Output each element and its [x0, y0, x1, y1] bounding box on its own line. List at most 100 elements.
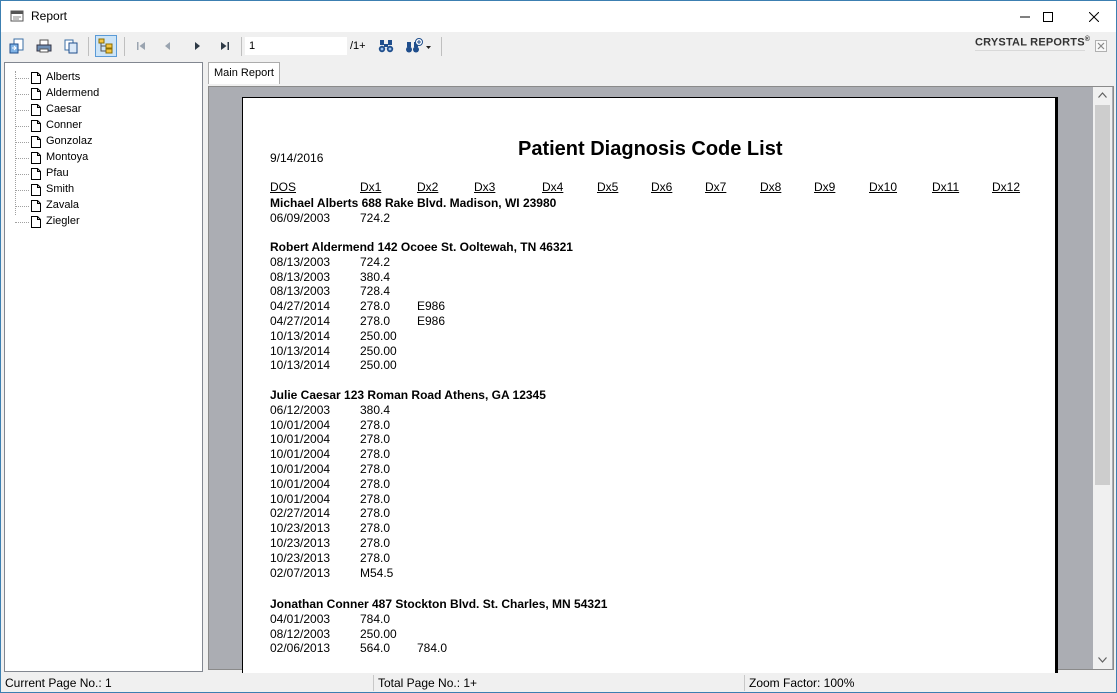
export-icon [9, 38, 24, 54]
row-dos: 08/12/2003 [270, 626, 331, 641]
column-header: Dx8 [760, 180, 782, 194]
row-dx1: 278.0 [360, 476, 391, 491]
tree-item-label[interactable]: Ziegler [46, 215, 80, 227]
tree-connector [15, 206, 29, 207]
print-button[interactable] [33, 35, 55, 57]
close-view-icon[interactable] [1095, 40, 1107, 52]
first-page-button[interactable] [130, 35, 152, 57]
row-dos: 04/27/2014 [270, 299, 331, 314]
tree-connector [15, 142, 29, 143]
row-dos: 10/01/2004 [270, 432, 331, 447]
column-header: Dx5 [597, 180, 619, 194]
title-bar[interactable]: Report [1, 1, 1116, 32]
tree-item-label[interactable]: Gonzolaz [46, 135, 92, 147]
status-zoom-factor: Zoom Factor: 100% [749, 676, 855, 690]
row-dos: 10/01/2004 [270, 491, 331, 506]
crystal-reports-logo: CRYSTAL REPORTS® [975, 36, 1091, 49]
report-page: 9/14/2016 Patient Diagnosis Code List DOS D… [242, 97, 1058, 677]
row-dx1: 278.0 [360, 447, 391, 462]
scroll-down-icon[interactable] [1098, 657, 1107, 663]
document-icon [31, 216, 41, 228]
report-toolbar: 1 /1+ CRYSTAL REPORTS® [1, 32, 1116, 61]
tree-item-label[interactable]: Zavala [46, 199, 79, 211]
document-icon [31, 120, 41, 132]
group-tree-icon [98, 38, 113, 54]
document-icon [31, 168, 41, 180]
row-dos: 10/13/2014 [270, 328, 331, 343]
next-page-icon [195, 42, 200, 50]
next-page-button[interactable] [186, 35, 208, 57]
patient-header: Julie Caesar 123 Roman Road Athens, GA 1… [270, 388, 546, 402]
column-header: Dx12 [992, 180, 1021, 194]
report-tab-strip: Main Report [207, 61, 1116, 85]
tree-item-label[interactable]: Pfau [46, 167, 69, 179]
copy-button[interactable] [60, 35, 82, 57]
find-button[interactable] [375, 35, 397, 57]
column-header: Dx9 [814, 180, 836, 194]
column-header: Dx6 [651, 180, 673, 194]
row-dx1: 380.4 [360, 269, 391, 284]
tree-item-label[interactable]: Montoya [46, 151, 88, 163]
toolbar-separator [124, 37, 125, 56]
row-dos: 10/13/2014 [270, 358, 331, 373]
document-icon [31, 200, 41, 212]
last-page-button[interactable] [214, 35, 236, 57]
scrollbar-thumb[interactable] [1095, 105, 1110, 485]
tree-connector [15, 174, 29, 175]
row-dx1: 278.0 [360, 417, 391, 432]
row-dx1: 278.0 [360, 314, 391, 328]
row-dx1: 784.0 [360, 611, 391, 626]
toolbar-separator [88, 37, 89, 56]
row-dx1: 724.2 [360, 254, 391, 269]
status-total-page: Total Page No.: 1+ [378, 676, 478, 690]
row-dos: 10/23/2013 [270, 536, 331, 550]
row-dx1: 278.0 [360, 299, 391, 314]
toggle-group-tree-button[interactable] [95, 35, 117, 57]
row-dx1: 278.0 [360, 462, 391, 476]
tree-connector [15, 222, 29, 223]
first-page-icon [137, 42, 145, 50]
column-header: Dx4 [542, 180, 564, 194]
column-header: Dx3 [474, 180, 496, 194]
tree-item-label[interactable]: Smith [46, 183, 74, 195]
row-dx2: E986 [417, 314, 446, 328]
column-header: Dx2 [417, 180, 439, 194]
row-dx1: 278.0 [360, 491, 391, 506]
row-dos: 02/06/2013 [270, 641, 331, 656]
tree-connector [15, 190, 29, 191]
maximize-button[interactable] [1025, 1, 1071, 32]
report-date: 9/14/2016 [270, 151, 324, 165]
vertical-scrollbar[interactable] [1093, 87, 1112, 669]
row-dx1: 250.00 [360, 626, 397, 641]
brand-underline-icon [975, 50, 1085, 51]
page-total-label: /1+ [350, 40, 366, 52]
tree-item-label[interactable]: Caesar [46, 103, 81, 115]
row-dos: 10/23/2013 [270, 550, 331, 565]
status-current-page: Current Page No.: 1 [5, 676, 112, 690]
document-icon [31, 72, 41, 84]
close-icon [1089, 11, 1099, 22]
tree-item-label[interactable]: Aldermend [46, 87, 99, 99]
tree-item-label[interactable]: Conner [46, 119, 82, 131]
row-dos: 08/13/2003 [270, 254, 331, 269]
tree-item-label[interactable]: Alberts [46, 71, 80, 83]
group-tree-panel: Alberts Aldermend Caesar Conner Gonzolaz Mont… [4, 62, 203, 672]
status-separator [373, 675, 374, 691]
previous-page-button[interactable] [157, 35, 179, 57]
row-dos: 08/13/2003 [270, 269, 331, 284]
scroll-up-icon[interactable] [1098, 92, 1107, 98]
row-dx1: 250.00 [360, 358, 397, 373]
column-header: Dx1 [360, 180, 382, 194]
zoom-dropdown-button[interactable] [403, 35, 435, 57]
tree-connector [15, 71, 16, 215]
tab-main-report[interactable]: Main Report [208, 62, 280, 84]
document-icon [31, 184, 41, 196]
tree-connector [15, 94, 29, 95]
row-dx1: 278.0 [360, 521, 391, 536]
column-header: Dx7 [705, 180, 727, 194]
export-button[interactable] [6, 35, 28, 57]
binoculars-icon [378, 40, 394, 53]
close-button[interactable] [1071, 1, 1117, 32]
page-number-input[interactable]: 1 [245, 37, 347, 55]
patient-header: Jonathan Conner 487 Stockton Blvd. St. C… [270, 597, 608, 611]
